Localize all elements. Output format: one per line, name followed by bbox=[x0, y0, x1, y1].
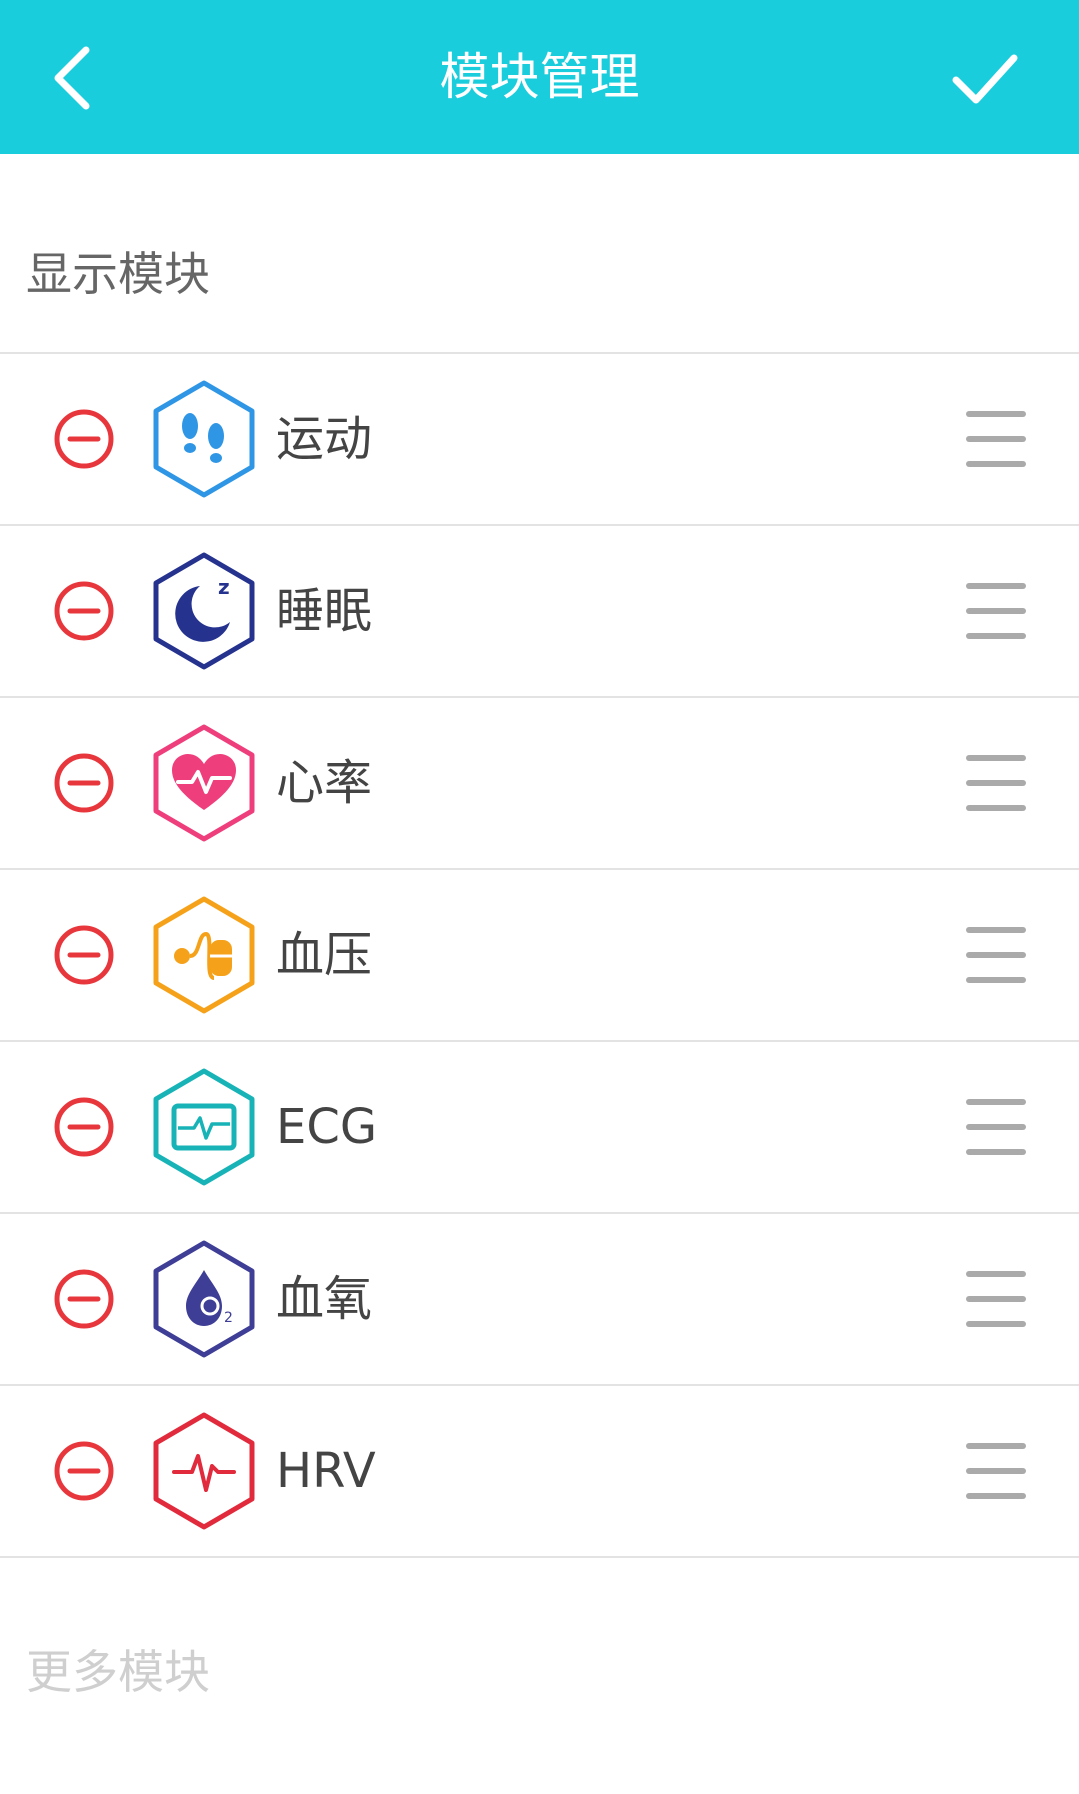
drag-handle-icon[interactable] bbox=[964, 579, 1028, 643]
top-bar: 模块管理 bbox=[0, 0, 1079, 154]
drag-handle-icon[interactable] bbox=[964, 1095, 1028, 1159]
remove-circle-icon[interactable] bbox=[52, 1439, 116, 1503]
module-label: 睡眠 bbox=[276, 583, 373, 639]
module-row-blood-pressure[interactable]: 血压 bbox=[0, 870, 1079, 1042]
module-label: 心率 bbox=[276, 755, 373, 811]
remove-circle-icon[interactable] bbox=[52, 579, 116, 643]
module-row-hrv[interactable]: HRV bbox=[0, 1386, 1079, 1558]
drag-handle-icon[interactable] bbox=[964, 407, 1028, 471]
ecg-monitor-icon bbox=[153, 1068, 255, 1186]
module-row-sleep[interactable]: z 睡眠 bbox=[0, 526, 1079, 698]
drag-handle-icon[interactable] bbox=[964, 1267, 1028, 1331]
page-title: 模块管理 bbox=[439, 48, 640, 106]
module-label: ECG bbox=[276, 1099, 378, 1155]
module-row-ecg[interactable]: ECG bbox=[0, 1042, 1079, 1214]
moon-sleep-icon: z bbox=[153, 552, 255, 670]
drag-handle-icon[interactable] bbox=[964, 923, 1028, 987]
module-label: 运动 bbox=[276, 411, 373, 467]
remove-circle-icon[interactable] bbox=[52, 923, 116, 987]
remove-circle-icon[interactable] bbox=[52, 751, 116, 815]
module-row-sport[interactable]: 运动 bbox=[0, 354, 1079, 526]
module-label: HRV bbox=[276, 1443, 376, 1499]
drag-handle-icon[interactable] bbox=[964, 751, 1028, 815]
oxygen-drop-icon: 2 bbox=[153, 1240, 255, 1358]
remove-circle-icon[interactable] bbox=[52, 1267, 116, 1331]
drag-handle-icon[interactable] bbox=[964, 1439, 1028, 1503]
footprints-icon bbox=[153, 380, 255, 498]
module-label: 血压 bbox=[276, 927, 373, 983]
module-list: 运动 z 睡眠 心率 血压 ECG 2 血氧 HRV bbox=[0, 354, 1079, 1558]
svg-text:2: 2 bbox=[224, 1310, 233, 1326]
section-title-more: 更多模块 bbox=[26, 1645, 210, 1699]
heart-pulse-icon bbox=[153, 724, 255, 842]
confirm-checkmark-icon[interactable] bbox=[950, 46, 1020, 110]
blood-pressure-icon bbox=[153, 896, 255, 1014]
remove-circle-icon[interactable] bbox=[52, 407, 116, 471]
hrv-pulse-icon bbox=[153, 1412, 255, 1530]
module-row-heart-rate[interactable]: 心率 bbox=[0, 698, 1079, 870]
module-row-blood-oxygen[interactable]: 2 血氧 bbox=[0, 1214, 1079, 1386]
remove-circle-icon[interactable] bbox=[52, 1095, 116, 1159]
svg-text:z: z bbox=[218, 575, 230, 599]
section-title-shown: 显示模块 bbox=[26, 247, 210, 301]
module-label: 血氧 bbox=[276, 1271, 373, 1327]
